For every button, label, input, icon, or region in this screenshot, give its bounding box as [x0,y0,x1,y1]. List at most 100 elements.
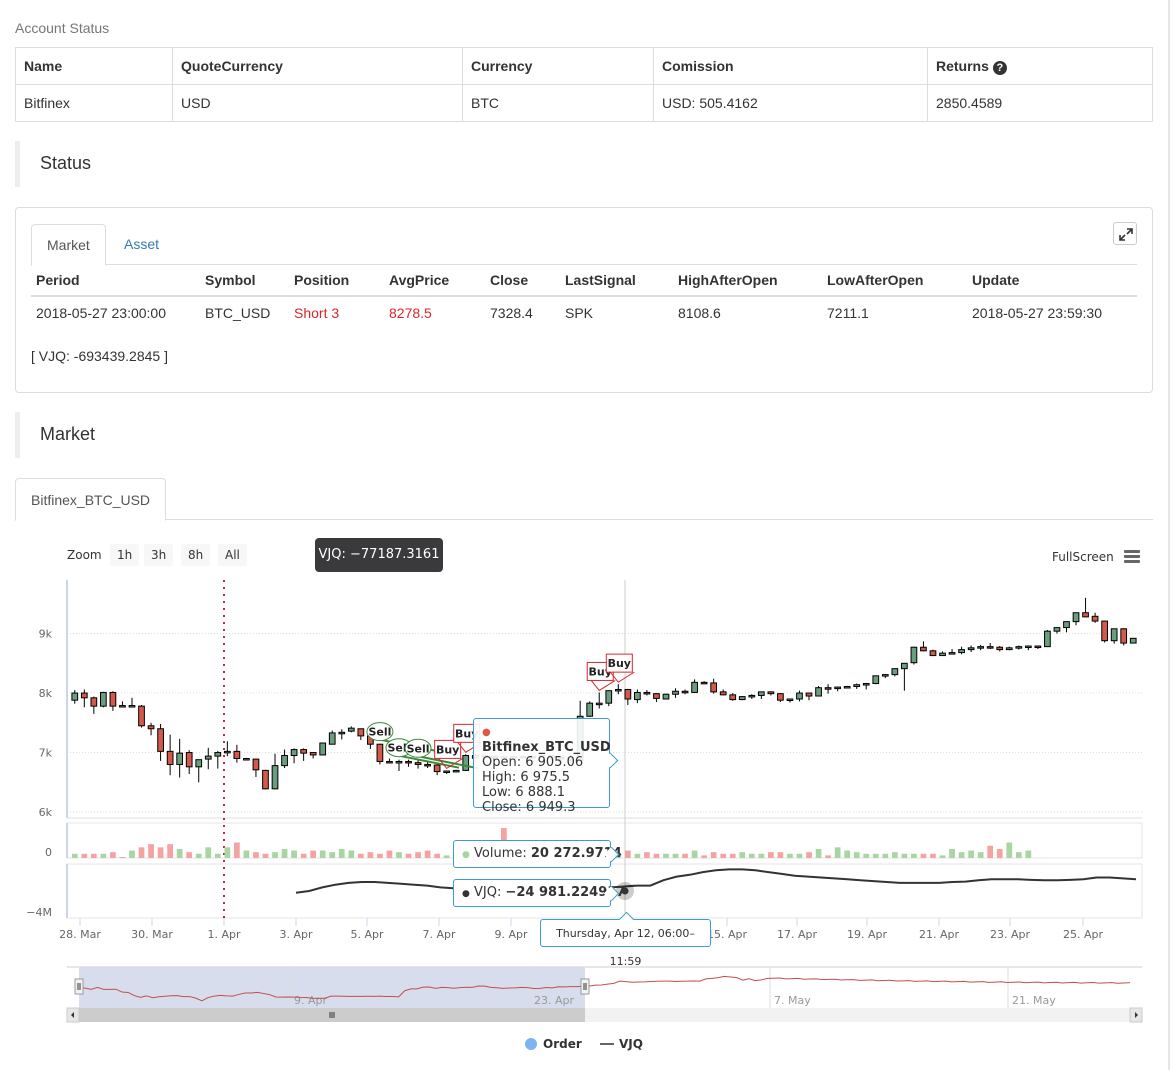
candle [185,752,193,768]
chart-legend: Order VJQ [525,1037,643,1051]
candle [300,749,307,754]
volume-dot-icon: ● [462,850,470,860]
candle [815,687,822,697]
order-dot-icon [525,1038,537,1050]
candle [624,688,632,700]
volume-bar [930,853,936,858]
candle [910,646,918,664]
status-section-header: Status [15,141,315,187]
candle [681,690,689,694]
tab-asset[interactable]: Asset [109,224,174,265]
candle [967,647,975,651]
status-table: Period Symbol Position AvgPrice Close La… [31,265,1137,328]
tab-bitfinex-btc-usd[interactable]: Bitfinex_BTC_USD [15,478,167,521]
volume-bar [825,855,831,858]
hamburger-menu-icon[interactable] [1124,550,1140,564]
buy-flag-pointer [590,680,616,692]
fullscreen-button[interactable]: FullScreen [1052,550,1114,564]
candle [948,652,956,655]
zoom-all-button[interactable]: All [218,544,247,566]
cell-lowafteropen: 7211.1 [827,304,869,321]
zoom-8h-button[interactable]: 8h [181,544,211,566]
volume-bar [920,853,927,858]
candle [672,690,679,695]
candle [1053,627,1061,632]
volume-tooltip: ● Volume: 20 272.9714 [453,840,622,868]
vjq-hover-tooltip: VJQ: −77187.3161 [315,538,443,572]
page-scrollbar-track[interactable] [1168,0,1170,1070]
candle [843,686,851,689]
volume-bar [224,847,231,858]
candle [338,731,346,735]
volume-bar [729,853,736,858]
candle [834,686,841,690]
candle [252,758,260,771]
volume-bar [205,847,212,858]
candle [357,728,365,737]
tab-market[interactable]: Market [31,224,106,266]
volume-bar [796,853,803,858]
price-tick-label: 7k [39,747,53,760]
candle [1072,612,1080,623]
volume-bar [243,850,250,858]
candle [414,762,422,765]
volume-bar [291,850,297,858]
candle [605,690,613,704]
volume-bar [663,853,669,858]
candle [386,760,393,764]
candle [1129,637,1137,644]
legend-item-order[interactable]: Order [525,1037,582,1051]
volume-bar [882,853,889,858]
volume-bar [329,852,336,858]
series-dot-icon: ● [482,727,491,738]
cell-avgprice: 8278.5 [389,304,432,321]
market-section-title: Market [40,424,96,444]
expand-button[interactable] [1113,222,1137,245]
ohlc-open: Open: 6 905.06 [482,755,584,770]
zoom-3h-button[interactable]: 3h [144,544,174,566]
vjq-dot-icon: ● [462,889,470,899]
volume-tooltip-label: Volume: [474,846,531,861]
volume-bar [129,850,135,858]
volume-bar [644,852,650,858]
price-tick-label: 8k [39,687,53,700]
col-quote-currency: QuoteCurrency [172,47,463,85]
candle [786,698,794,701]
candle [290,749,298,757]
buy-flag-label: Buy [436,743,459,756]
volume-bar [195,853,202,858]
volume-bar [310,850,317,858]
volume-bar [214,853,221,858]
status-tabs: Market Asset [31,224,1137,266]
status-panel: Market Asset Period Symbol Position AvgP… [15,207,1153,393]
question-circle-icon[interactable]: ? [992,60,1007,75]
x-tick-label: 9. Apr [494,928,527,941]
volume-bar [844,850,851,858]
volume-bar [338,848,345,858]
zoom-1h-button[interactable]: 1h [110,544,140,566]
zoom-label: Zoom [67,548,102,562]
candle [195,759,203,768]
volume-bar [1025,850,1032,858]
legend-item-vjq[interactable]: VJQ [586,1037,643,1051]
account-status-title: Account Status [15,20,110,36]
candle [710,682,718,693]
volume-bar [415,852,421,858]
buy-flag-label: Buy [608,657,631,670]
volume-bar [81,853,88,858]
price-chart[interactable]: 6k 7k 8k 9k 0 −4M 28. Mar 30. Mar 1. Apr 3. Apr 5.… [0,570,1168,1070]
volume-bar [758,853,765,858]
volume-bar [262,853,269,858]
vjq-summary: [ VJQ: -693439.2845 ] [31,348,168,364]
volume-bar [281,848,288,858]
volume-bar [834,847,841,858]
volume-bar [1006,842,1013,858]
volume-bar [987,845,994,858]
candle [119,705,126,708]
col-highafteropen: HighAfterOpen [673,265,822,297]
volume-bar [634,853,641,858]
candle [748,694,756,698]
col-lowafteropen: LowAfterOpen [822,265,967,297]
candle [424,763,431,767]
volume-bar [377,853,383,858]
